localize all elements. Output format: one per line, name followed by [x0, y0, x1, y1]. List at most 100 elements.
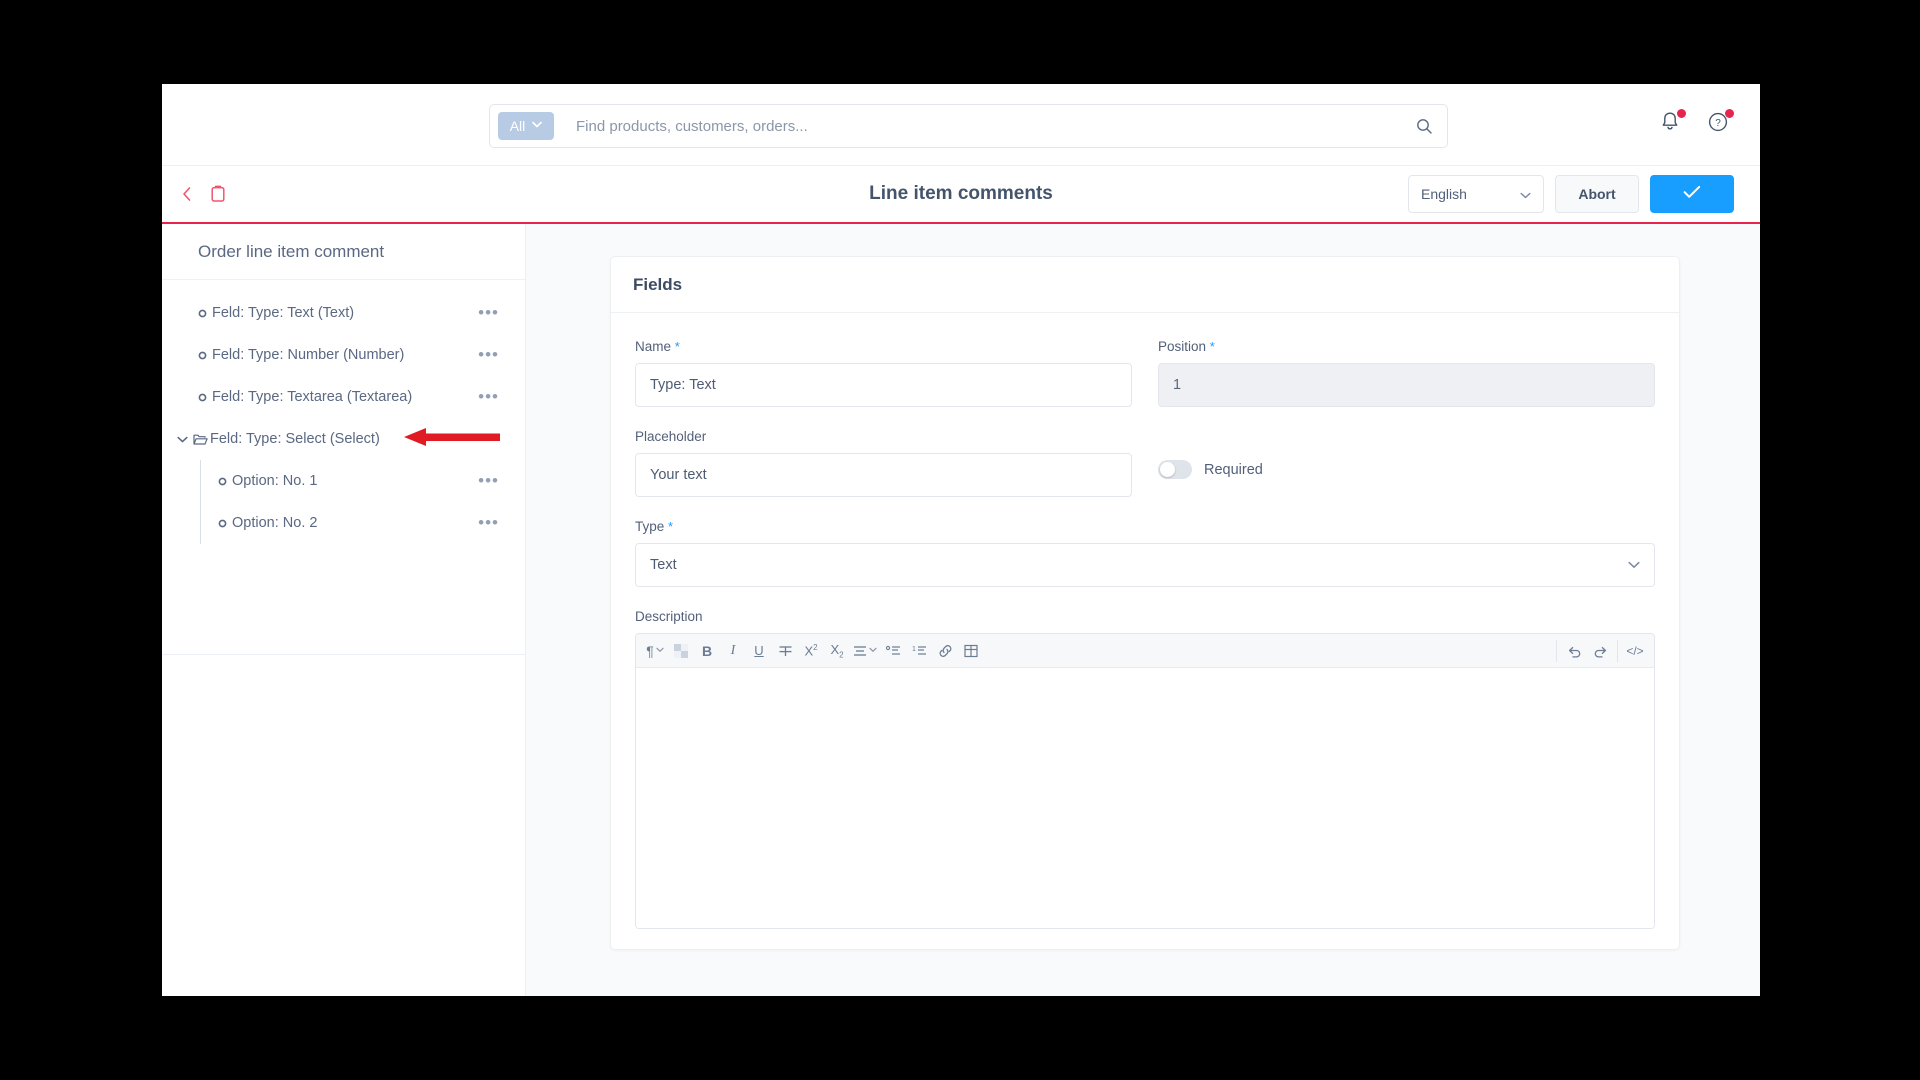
bell-icon[interactable]: [1658, 109, 1686, 136]
description-field-group: Description ¶ B I U X2 X2 1 </>: [635, 609, 1655, 929]
toggle-knob: [1160, 462, 1175, 477]
editor-toolbar: ¶ B I U X2 X2 1 </>: [636, 634, 1654, 668]
page-header: Line item comments English Abort: [162, 166, 1760, 224]
required-toggle-label: Required: [1204, 461, 1263, 478]
required-asterisk: *: [1209, 339, 1215, 354]
fields-card-body: Name * Position *: [611, 313, 1679, 949]
sidebar-tree: Feld: Type: Text (Text) ••• Feld: Type: Nu…: [162, 280, 525, 544]
position-field-group: Position *: [1158, 339, 1655, 407]
tree-item[interactable]: Feld: Type: Number (Number) •••: [162, 334, 525, 376]
search-icon[interactable]: [1411, 113, 1437, 139]
page-body: Order line item comment Feld: Type: Text…: [162, 224, 1760, 996]
chevron-down-icon: [1628, 557, 1640, 573]
help-circle-icon[interactable]: ?: [1706, 109, 1734, 136]
svg-text:1: 1: [912, 646, 916, 653]
placeholder-field-group: Placeholder: [635, 429, 1132, 497]
abort-button[interactable]: Abort: [1555, 175, 1639, 213]
tree-item-menu-button[interactable]: •••: [474, 387, 503, 407]
svg-text:?: ?: [1715, 118, 1721, 129]
node-dot-icon: [192, 393, 212, 402]
folder-open-icon: [190, 433, 210, 446]
tree-item-menu-button[interactable]: •••: [474, 471, 503, 491]
required-toggle-group: Required: [1158, 429, 1655, 497]
description-label: Description: [635, 609, 703, 624]
chevron-down-icon: [1520, 186, 1531, 202]
position-input[interactable]: [1158, 363, 1655, 407]
tree-item-menu-button[interactable]: •••: [474, 345, 503, 365]
tree-guide-line: [200, 460, 201, 544]
subscript-icon[interactable]: X2: [824, 638, 850, 664]
row-placeholder-required: Placeholder Required: [635, 429, 1655, 497]
placeholder-label: Placeholder: [635, 429, 707, 444]
sidebar: Order line item comment Feld: Type: Text…: [162, 224, 526, 996]
position-label: Position *: [1158, 339, 1655, 354]
node-dot-icon: [212, 477, 232, 486]
link-icon[interactable]: [932, 638, 958, 664]
numbered-list-icon[interactable]: 1: [906, 638, 932, 664]
fields-card-title: Fields: [611, 257, 1679, 313]
superscript-icon[interactable]: X2: [798, 638, 824, 664]
type-label-text: Type: [635, 519, 665, 534]
type-select-value: Text: [650, 557, 677, 573]
type-label: Type *: [635, 519, 1655, 534]
redo-icon[interactable]: [1587, 638, 1613, 664]
language-select[interactable]: English: [1408, 175, 1544, 213]
search-input[interactable]: [554, 117, 1411, 135]
clipboard-icon[interactable]: [209, 184, 227, 204]
text-color-icon[interactable]: [668, 638, 694, 664]
topbar-actions: ?: [1658, 109, 1734, 136]
main-content: Fields Name * Position: [526, 224, 1760, 996]
strikethrough-icon[interactable]: [772, 638, 798, 664]
tree-item[interactable]: Option: No. 1 •••: [162, 460, 525, 502]
tree-item[interactable]: Feld: Type: Text (Text) •••: [162, 292, 525, 334]
header-right-actions: English Abort: [1408, 175, 1734, 213]
paragraph-style-icon[interactable]: ¶: [642, 638, 668, 664]
placeholder-input[interactable]: [635, 453, 1132, 497]
position-label-text: Position: [1158, 339, 1207, 354]
sidebar-title: Order line item comment: [162, 224, 525, 280]
tree-item[interactable]: Feld: Type: Select (Select) •••: [162, 418, 525, 460]
chevron-left-icon[interactable]: [179, 185, 195, 203]
tree-item-label: Feld: Type: Select (Select): [210, 431, 380, 447]
tree-item-menu-button[interactable]: •••: [474, 429, 503, 449]
tree-item-label: Feld: Type: Number (Number): [212, 347, 405, 363]
tree-item-menu-button[interactable]: •••: [474, 303, 503, 323]
tree-item[interactable]: Option: No. 2 •••: [162, 502, 525, 544]
tree-item[interactable]: Feld: Type: Textarea (Textarea) •••: [162, 376, 525, 418]
bullet-list-icon[interactable]: [880, 638, 906, 664]
notification-badge: [1677, 109, 1686, 118]
chevron-down-icon: [869, 646, 877, 655]
undo-icon[interactable]: [1561, 638, 1587, 664]
toolbar-separator: [1556, 639, 1557, 662]
help-badge: [1725, 109, 1734, 118]
node-dot-icon: [212, 519, 232, 528]
name-input[interactable]: [635, 363, 1132, 407]
search-scope-dropdown[interactable]: All: [498, 112, 554, 140]
bold-icon[interactable]: B: [694, 638, 720, 664]
application-window: All Find products, customers, orders... …: [162, 84, 1760, 996]
save-button[interactable]: [1650, 175, 1734, 213]
italic-icon[interactable]: I: [720, 638, 746, 664]
header-left-actions: [179, 184, 227, 204]
type-select[interactable]: Text: [635, 543, 1655, 587]
node-dot-icon: [192, 351, 212, 360]
underline-icon[interactable]: U: [746, 638, 772, 664]
check-icon: [1683, 185, 1701, 204]
align-icon[interactable]: [850, 638, 880, 664]
tree-item-menu-button[interactable]: •••: [474, 513, 503, 533]
code-view-icon[interactable]: </>: [1622, 638, 1648, 664]
chevron-down-icon[interactable]: [174, 436, 190, 443]
table-icon[interactable]: [958, 638, 984, 664]
name-label-text: Name: [635, 339, 672, 354]
required-asterisk: *: [674, 339, 680, 354]
node-dot-icon: [192, 309, 212, 318]
global-search-bar[interactable]: All: [489, 104, 1448, 148]
required-toggle-row: Required: [1158, 460, 1655, 479]
chevron-down-icon: [656, 646, 664, 655]
search-scope-label: All: [509, 118, 526, 134]
required-toggle[interactable]: [1158, 460, 1192, 479]
tree-item-label: Option: No. 1: [232, 473, 318, 489]
tree-item-label: Feld: Type: Textarea (Textarea): [212, 389, 413, 405]
description-editor-area[interactable]: [636, 668, 1654, 928]
language-select-value: English: [1421, 186, 1467, 202]
